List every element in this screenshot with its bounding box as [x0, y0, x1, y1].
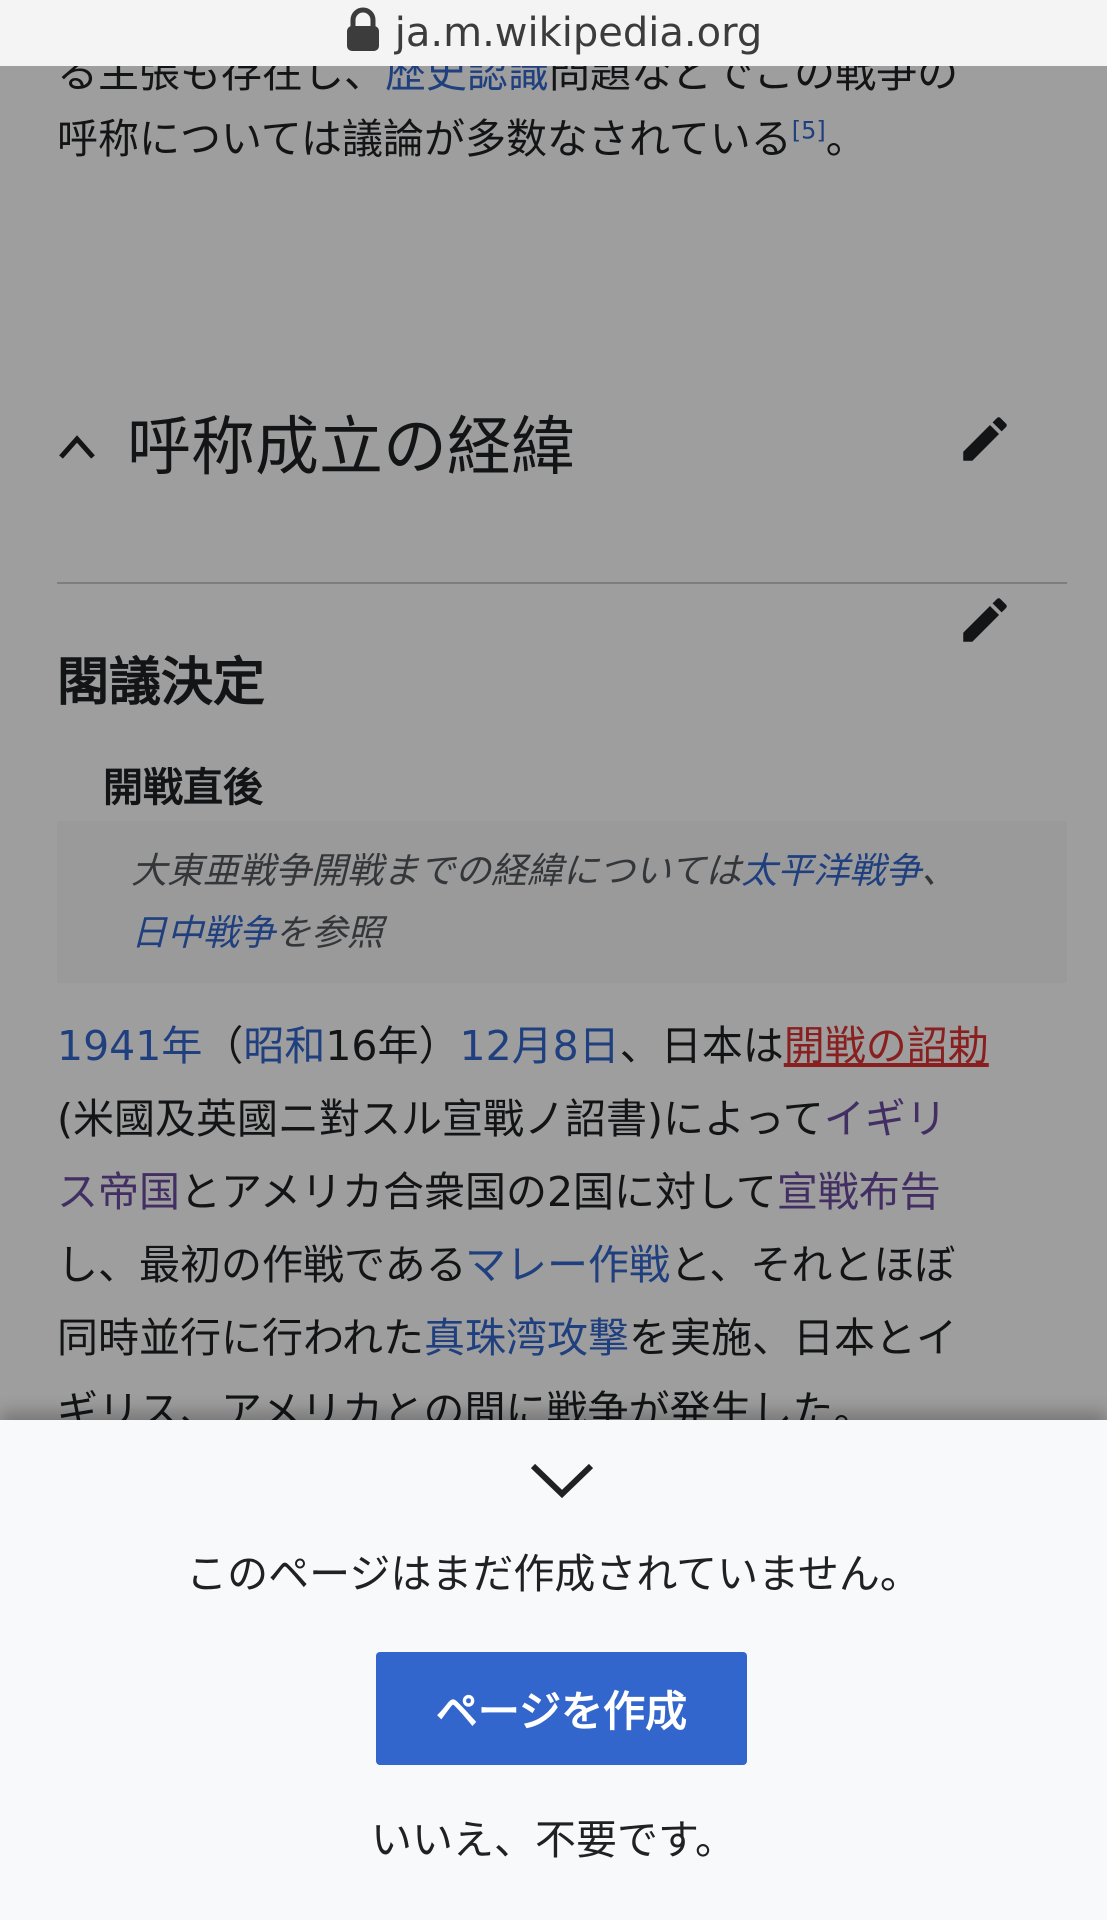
lock-icon [346, 7, 379, 51]
create-page-button[interactable]: ページを作成 [376, 1652, 747, 1765]
modal-overlay[interactable] [0, 66, 1107, 1420]
create-page-drawer: このページはまだ作成されていません。 ページを作成 いいえ、不要です。 [0, 1420, 1107, 1920]
url-text: ja.m.wikipedia.org [394, 10, 763, 56]
browser-url-bar[interactable]: ja.m.wikipedia.org [0, 0, 1107, 66]
chevron-down-icon[interactable] [527, 1460, 597, 1500]
drawer-message: このページはまだ作成されていません。 [186, 1550, 921, 1598]
dismiss-link[interactable]: いいえ、不要です。 [0, 1800, 1107, 1880]
